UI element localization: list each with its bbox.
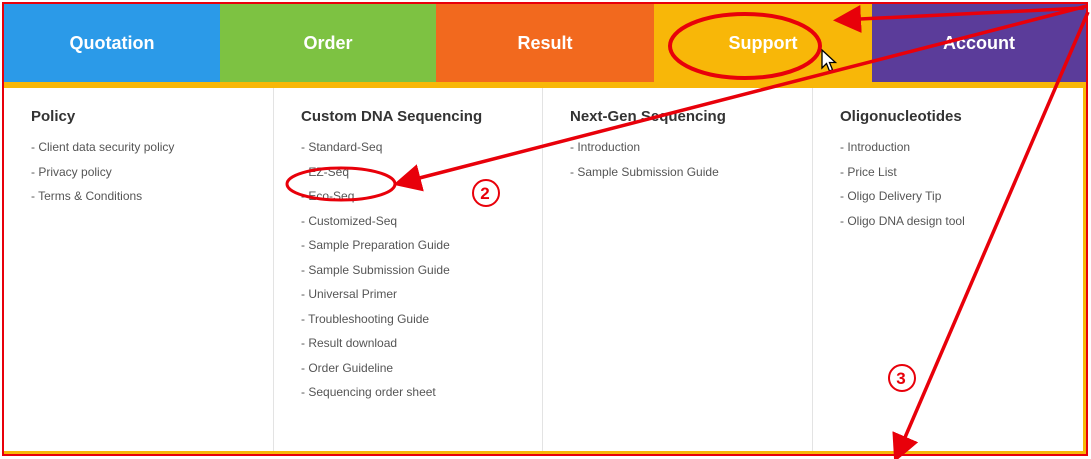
menu-bottom-bar <box>4 451 1086 454</box>
menu-link[interactable]: Troubleshooting Guide <box>301 311 542 336</box>
menu-link[interactable]: Client data security policy <box>31 139 273 164</box>
annotation-number: 2 <box>480 184 490 203</box>
menu-link[interactable]: Terms & Conditions <box>31 188 273 213</box>
menu-link[interactable]: Result download <box>301 335 542 360</box>
column-heading: Custom DNA Sequencing <box>301 108 483 125</box>
menu-link[interactable]: EZ-Seq <box>301 164 542 189</box>
menu-column-next-gen-sequencing: Next-Gen Sequencing Introduction Sample … <box>543 88 813 451</box>
column-heading: Policy <box>31 108 76 125</box>
menu-link[interactable]: Oligo Delivery Tip <box>840 188 1083 213</box>
menu-link[interactable]: Price List <box>840 164 1083 189</box>
menu-link[interactable]: Sequencing order sheet <box>301 384 542 409</box>
mouse-pointer-icon <box>821 48 838 72</box>
menu-link[interactable]: Introduction <box>840 139 1083 164</box>
main-nav: Quotation Order Result Support Account <box>4 4 1086 82</box>
menu-link[interactable]: Oligo DNA design tool <box>840 213 1083 238</box>
menu-link[interactable]: Standard-Seq <box>301 139 542 164</box>
menu-column-policy: Policy Client data security policy Priva… <box>4 88 274 451</box>
annotation-marker-2: 2 <box>471 178 500 207</box>
menu-column-oligonucleotides: Oligonucleotides Introduction Price List… <box>813 88 1083 451</box>
menu-link[interactable]: Order Guideline <box>301 360 542 385</box>
menu-link[interactable]: Sample Submission Guide <box>570 164 812 189</box>
tab-result[interactable]: Result <box>436 4 654 82</box>
tab-quotation[interactable]: Quotation <box>4 4 220 82</box>
menu-link[interactable]: Universal Primer <box>301 286 542 311</box>
column-heading: Oligonucleotides <box>840 108 962 125</box>
annotation-number: 3 <box>896 369 906 388</box>
menu-link[interactable]: Privacy policy <box>31 164 273 189</box>
annotation-marker-3: 3 <box>887 363 916 392</box>
menu-link-eco-seq[interactable]: Eco-Seq <box>301 188 542 213</box>
support-dropdown-menu: Policy Client data security policy Priva… <box>4 88 1083 451</box>
menu-link[interactable]: Sample Preparation Guide <box>301 237 542 262</box>
menu-link[interactable]: Introduction <box>570 139 812 164</box>
tab-order[interactable]: Order <box>220 4 436 82</box>
menu-link[interactable]: Sample Submission Guide <box>301 262 542 287</box>
menu-column-custom-dna-sequencing: Custom DNA Sequencing Standard-Seq EZ-Se… <box>274 88 543 451</box>
menu-link[interactable]: Customized-Seq <box>301 213 542 238</box>
column-heading: Next-Gen Sequencing <box>570 108 726 125</box>
tab-account[interactable]: Account <box>872 4 1086 82</box>
menu-right-bar <box>1083 88 1086 454</box>
